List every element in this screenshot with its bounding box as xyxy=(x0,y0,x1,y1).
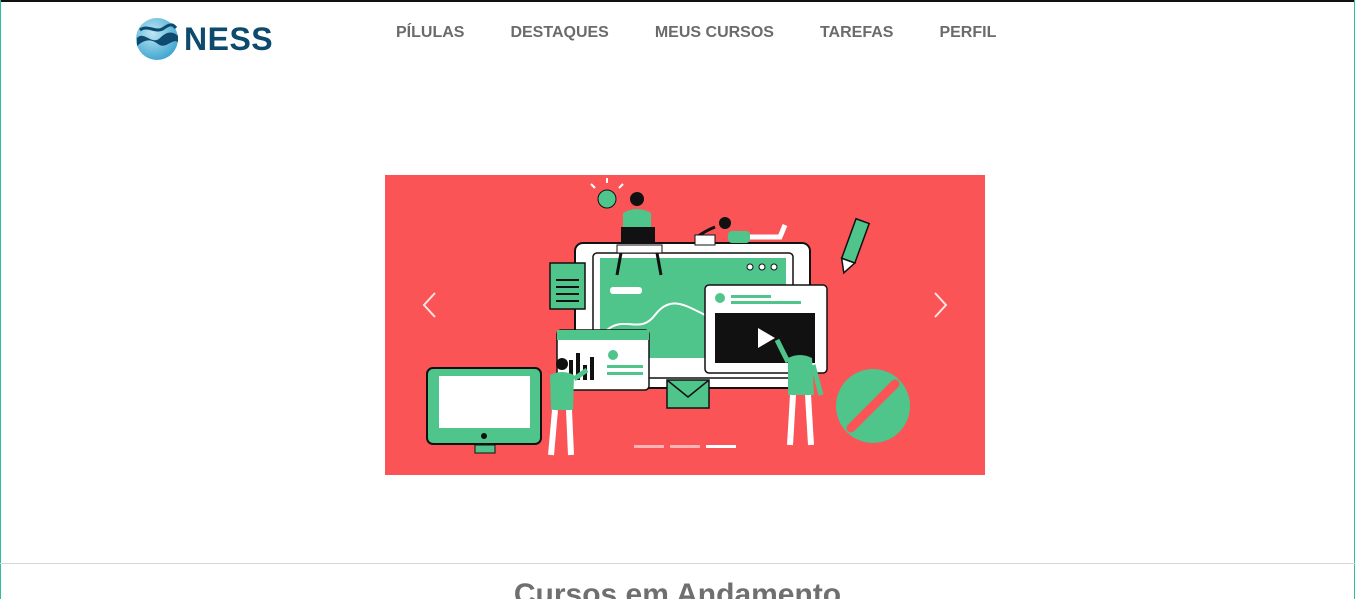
carousel-indicator[interactable] xyxy=(670,445,700,448)
left-border xyxy=(0,0,1,599)
carousel-indicator[interactable] xyxy=(634,445,664,448)
brand-name: NESS xyxy=(184,20,274,57)
nav-item-tarefas[interactable]: TAREFAS xyxy=(820,24,893,42)
main-nav: PÍLULAS DESTAQUES MEUS CURSOS TAREFAS PE… xyxy=(396,24,1042,42)
slide-illustration xyxy=(426,178,910,456)
hero-carousel xyxy=(385,175,985,475)
site-header: NESS PÍLULAS DESTAQUES MEUS CURSOS TAREF… xyxy=(0,2,1355,72)
section-title: Cursos em Andamento xyxy=(513,578,842,599)
nav-item-pilulas[interactable]: PÍLULAS xyxy=(396,24,464,42)
carousel-indicators xyxy=(634,445,742,448)
wave-globe-icon xyxy=(136,18,178,60)
carousel-indicator-active[interactable] xyxy=(706,445,736,448)
brand-logo[interactable]: NESS xyxy=(134,14,273,64)
chevron-left-icon[interactable] xyxy=(415,285,445,325)
section-divider xyxy=(0,563,1355,564)
nav-item-meus-cursos[interactable]: MEUS CURSOS xyxy=(655,24,774,42)
nav-item-perfil[interactable]: PERFIL xyxy=(939,24,996,42)
nav-item-destaques[interactable]: DESTAQUES xyxy=(510,24,608,42)
chevron-right-icon[interactable] xyxy=(925,285,955,325)
